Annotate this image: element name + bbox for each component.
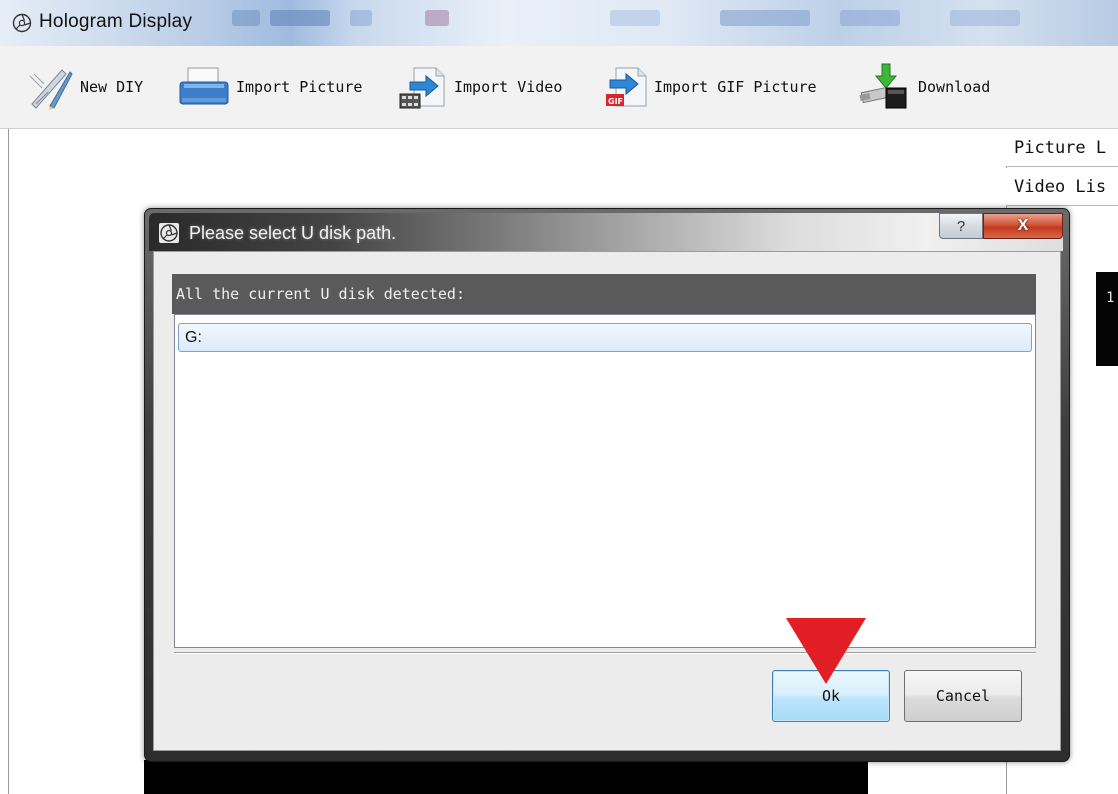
import-picture-label: Import Picture — [236, 78, 363, 96]
pencil-ruler-icon — [29, 69, 73, 110]
dialog-title: Please select U disk path. — [189, 223, 397, 243]
preview-area — [144, 760, 868, 794]
workspace-border — [8, 129, 9, 794]
usb-download-icon — [859, 63, 907, 109]
download-button[interactable]: Download — [858, 46, 990, 128]
new-diy-button[interactable]: New DIY — [28, 46, 143, 128]
app-logo-icon — [12, 13, 32, 33]
help-button[interactable]: ? — [939, 213, 983, 239]
import-video-label: Import Video — [454, 78, 563, 96]
toolbar: New DIY Import Picture Import Video GIF … — [0, 46, 1118, 129]
detected-disks-header: All the current U disk detected: — [172, 274, 1036, 314]
close-icon: X — [1017, 217, 1029, 234]
scanner-icon — [179, 67, 229, 105]
window-title: Hologram Display — [39, 11, 193, 32]
cancel-button[interactable]: Cancel — [904, 670, 1022, 722]
gif-file-arrow-icon: GIF — [606, 67, 647, 107]
import-video-button[interactable]: Import Video — [398, 46, 562, 128]
list-item[interactable]: G: — [178, 323, 1032, 352]
tab-video-list[interactable]: Video Lis — [1006, 168, 1118, 206]
disk-list[interactable]: G: — [174, 314, 1036, 648]
tab-picture-list[interactable]: Picture L — [1006, 129, 1118, 167]
import-picture-button[interactable]: Import Picture — [178, 46, 362, 128]
app-logo-icon — [159, 223, 179, 243]
help-icon: ? — [956, 217, 966, 235]
download-label: Download — [918, 78, 991, 96]
app-window: Hologram Display New DIY Import Picture — [0, 0, 1118, 794]
import-gif-picture-label: Import GIF Picture — [654, 78, 817, 96]
select-u-disk-dialog: Please select U disk path. ? X All the c… — [144, 208, 1070, 762]
video-file-arrow-icon — [399, 67, 445, 109]
import-gif-picture-button[interactable]: GIF Import GIF Picture — [602, 46, 817, 128]
window-titlebar: Hologram Display — [0, 0, 1118, 46]
new-diy-label: New DIY — [80, 78, 144, 96]
svg-text:GIF: GIF — [608, 97, 623, 106]
dialog-body: All the current U disk detected: G: Ok C… — [153, 251, 1061, 751]
list-item-thumbnail[interactable] — [1096, 272, 1118, 366]
list-item-index: 1 — [1106, 290, 1115, 306]
pointer-arrow-icon — [786, 618, 866, 684]
close-button[interactable]: X — [983, 213, 1063, 239]
dialog-titlebar: Please select U disk path. ? X — [149, 213, 1063, 251]
divider — [174, 652, 1036, 654]
